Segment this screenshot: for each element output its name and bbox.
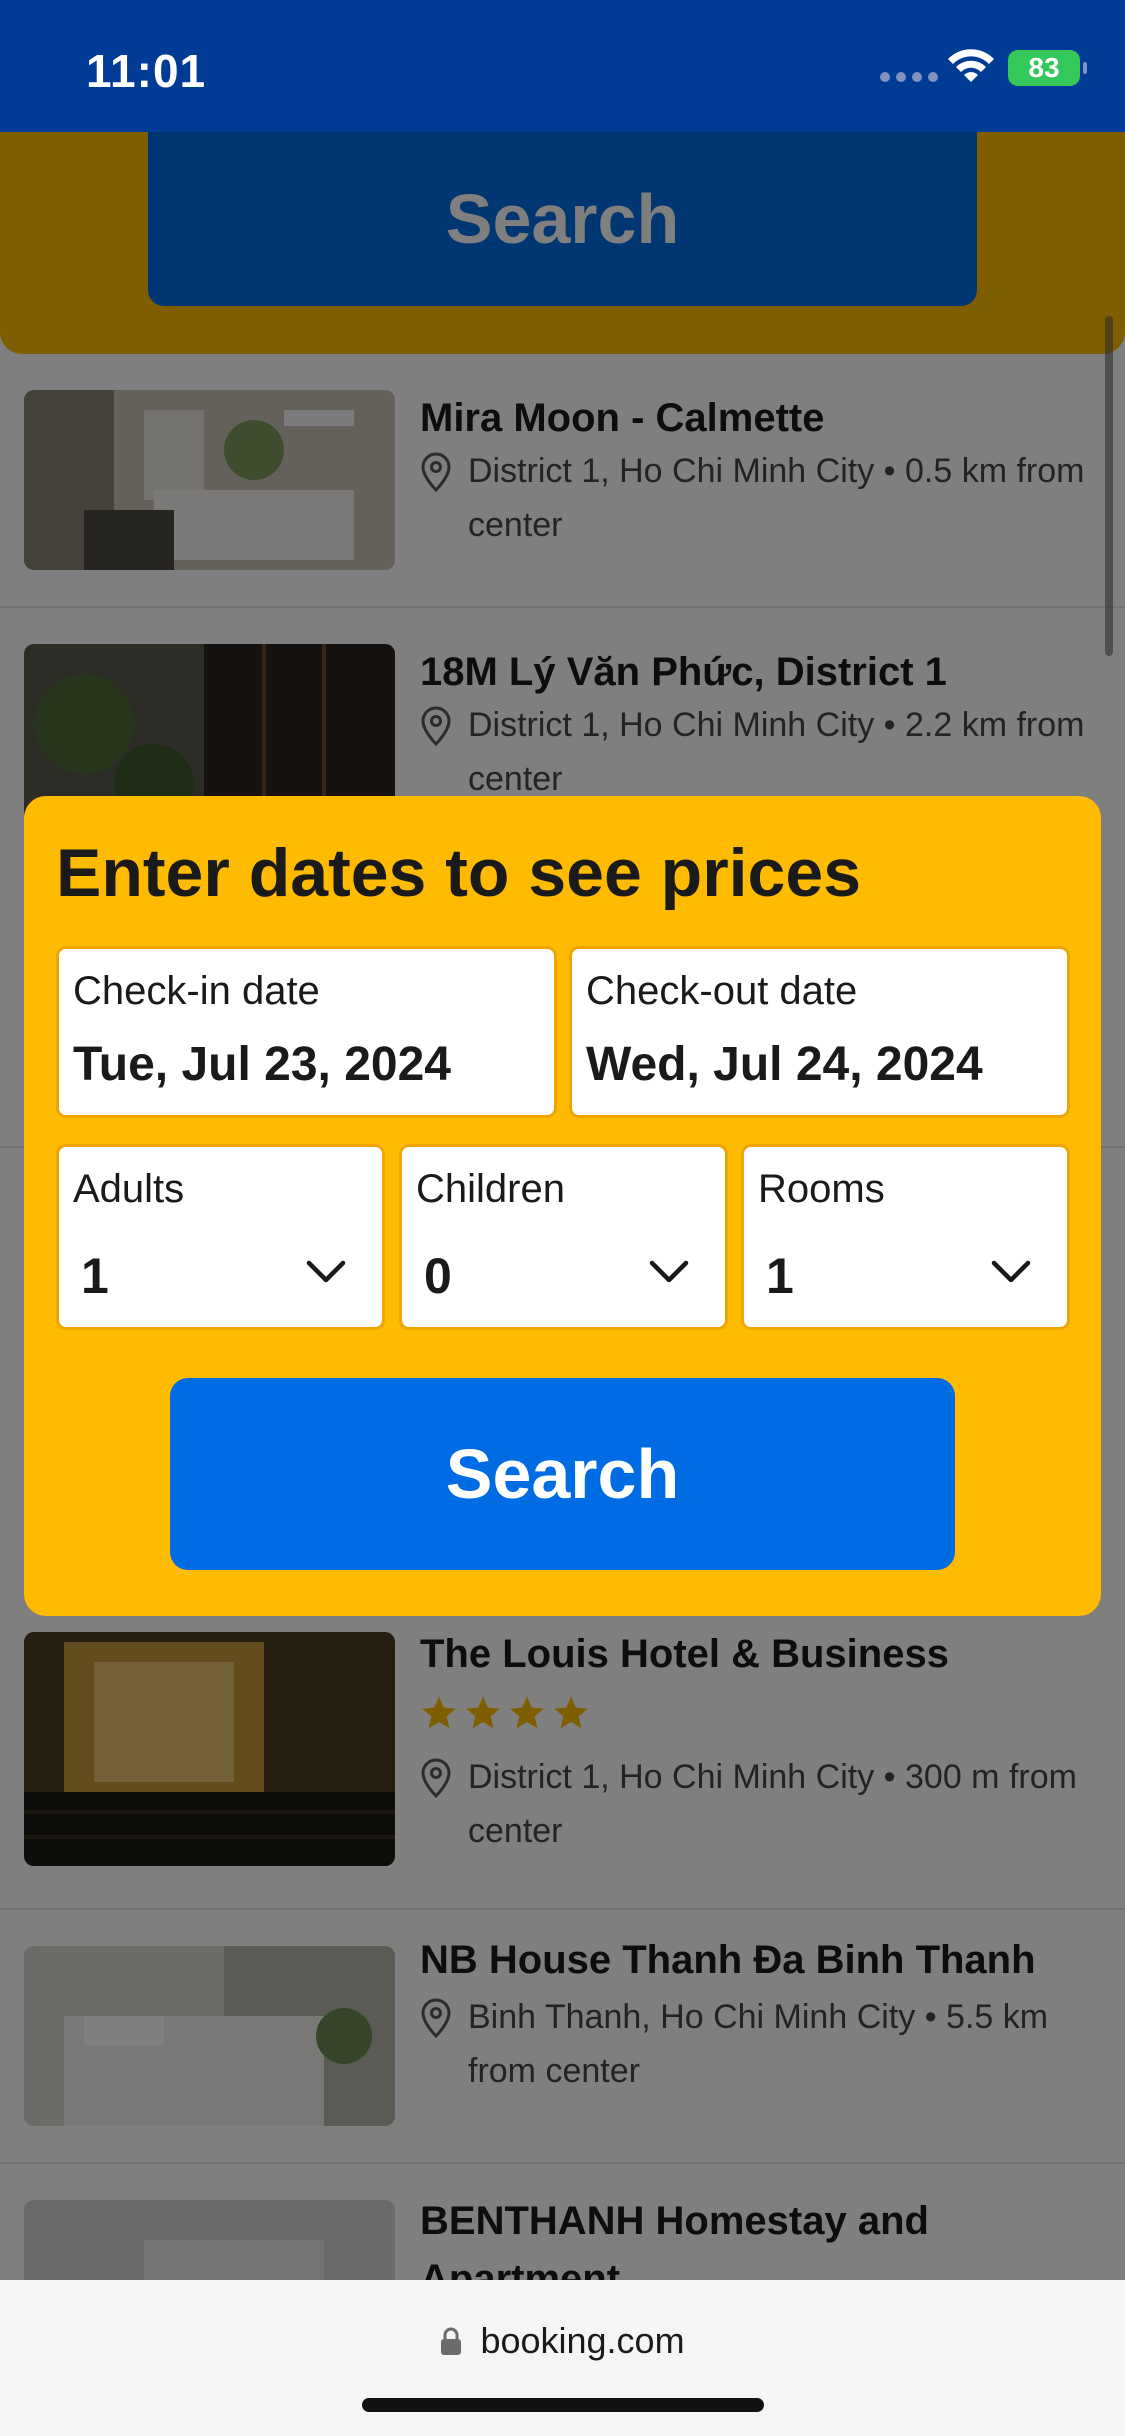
check-in-label: Check-in date <box>73 969 320 1013</box>
check-out-label: Check-out date <box>586 969 858 1013</box>
check-out-date-field[interactable]: Check-out date Wed, Jul 24, 2024 <box>569 946 1070 1118</box>
url-text[interactable]: booking.com <box>480 2320 684 2362</box>
wifi-icon <box>948 49 994 82</box>
chevron-down-icon <box>649 1260 689 1283</box>
chevron-down-icon <box>991 1260 1031 1283</box>
battery-level: 83 <box>1028 52 1060 83</box>
adults-value: 1 <box>81 1248 109 1304</box>
rooms-value: 1 <box>766 1248 794 1304</box>
chevron-down-icon <box>306 1260 346 1283</box>
children-value: 0 <box>424 1248 452 1304</box>
lock-icon <box>441 2327 462 2355</box>
battery-charging-icon: 83 <box>1008 50 1087 86</box>
url-row[interactable]: booking.com <box>0 2320 1125 2362</box>
search-button[interactable]: Search <box>170 1378 955 1570</box>
check-in-value: Tue, Jul 23, 2024 <box>73 1038 451 1091</box>
status-bar: 11:01 83 <box>0 0 1125 132</box>
home-indicator[interactable] <box>362 2398 764 2412</box>
adults-label: Adults <box>73 1167 185 1211</box>
rooms-select[interactable]: Rooms 1 <box>741 1144 1070 1330</box>
scrollbar[interactable] <box>1105 316 1113 656</box>
status-time: 11:01 <box>86 45 207 97</box>
rooms-label: Rooms <box>758 1167 885 1211</box>
adults-select[interactable]: Adults 1 <box>56 1144 385 1330</box>
check-in-date-field[interactable]: Check-in date Tue, Jul 23, 2024 <box>56 946 557 1118</box>
children-select[interactable]: Children 0 <box>399 1144 728 1330</box>
signal-icon <box>880 72 938 82</box>
date-entry-modal: Enter dates to see prices Check-in date … <box>24 796 1101 1616</box>
check-out-value: Wed, Jul 24, 2024 <box>586 1038 983 1091</box>
children-label: Children <box>416 1167 565 1211</box>
modal-title: Enter dates to see prices <box>56 835 862 911</box>
browser-address-bar[interactable]: booking.com <box>0 2280 1125 2436</box>
